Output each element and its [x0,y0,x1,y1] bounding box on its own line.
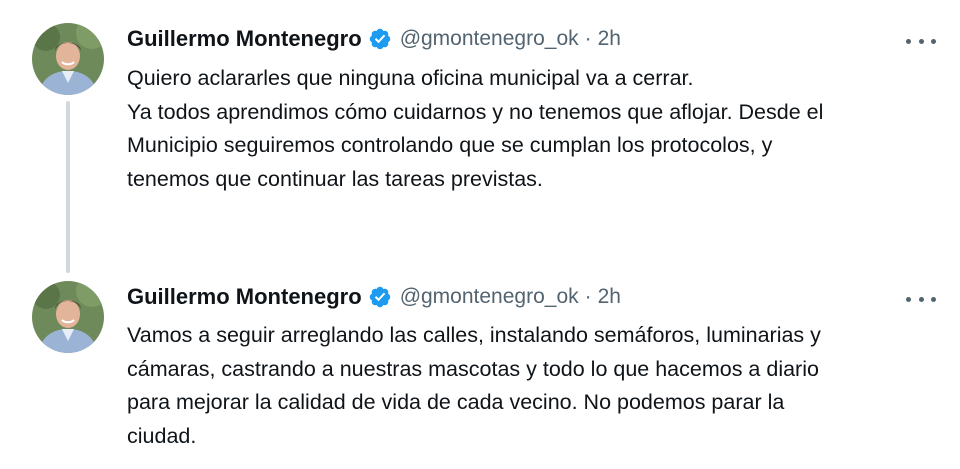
tweet-1[interactable]: Guillermo Montenegro @gmontenegro_ok · 2… [0,0,960,273]
tweet-text: Vamos a seguir arreglando las calles, in… [127,319,942,453]
author-name[interactable]: Guillermo Montenegro [127,26,362,52]
tweet-text-line: tenemos que continuar las tareas previst… [127,166,543,191]
tweet-text-line: Vamos a seguir arreglando las calles, in… [127,323,821,347]
tweet-text-line: Municipio seguiremos controlando que se … [127,133,773,157]
tweet-2[interactable]: Guillermo Montenegro @gmontenegro_ok · 2… [0,262,960,469]
verified-badge-icon [368,285,392,309]
separator-dot: · [584,285,592,308]
thread-connector-line [66,101,70,273]
avatar[interactable] [32,281,104,353]
tweet-text-line: Ya todos aprendimos cómo cuidarnos y no … [127,99,824,124]
tweet-text-line: para mejorar la calidad de vida de cada … [127,390,785,414]
avatar[interactable] [32,23,104,95]
author-handle[interactable]: @gmontenegro_ok [400,27,579,51]
tweet-text: Quiero aclararles que ninguna oficina mu… [127,62,942,196]
tweet-text-line: cámaras, castrando a nuestras mascotas y… [127,356,819,381]
author-name[interactable]: Guillermo Montenegro [127,284,362,310]
separator-dot: · [584,27,592,50]
avatar-photo [32,281,104,353]
tweet-text-line: Quiero aclararles que ninguna oficina mu… [127,66,694,90]
more-options-icon[interactable] [906,31,936,51]
tweet-text-line: ciudad. [127,423,197,448]
author-handle[interactable]: @gmontenegro_ok [400,285,579,309]
timestamp[interactable]: 2h [598,285,621,309]
tweet-header: Guillermo Montenegro @gmontenegro_ok · 2… [127,24,621,54]
more-options-icon[interactable] [906,289,936,309]
timestamp[interactable]: 2h [598,27,621,51]
avatar-photo [32,23,104,95]
tweet-header: Guillermo Montenegro @gmontenegro_ok · 2… [127,282,621,312]
verified-badge-icon [368,27,392,51]
